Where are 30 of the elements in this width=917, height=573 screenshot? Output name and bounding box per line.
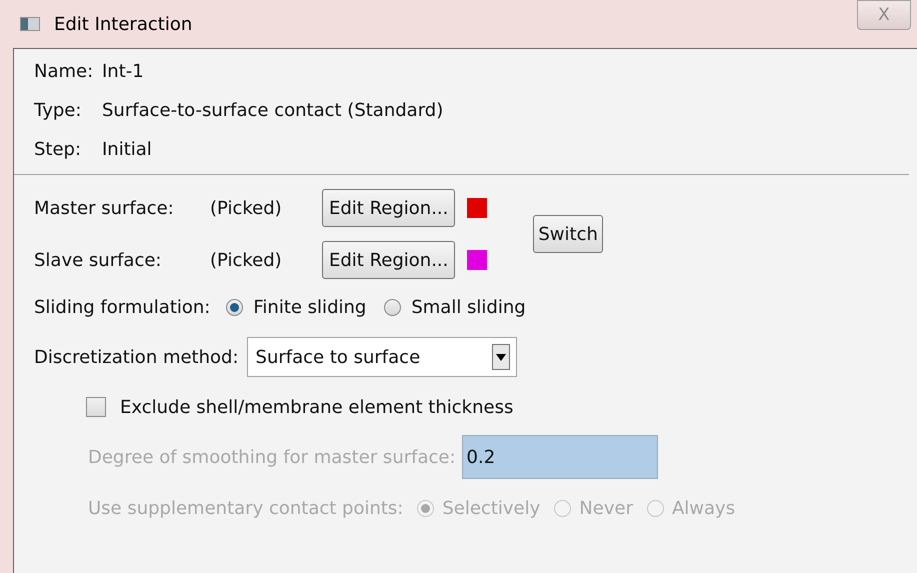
option-label: Finite sliding xyxy=(253,296,366,320)
radio-button[interactable] xyxy=(226,298,244,316)
field-label: Name: xyxy=(34,60,94,84)
checkbox-label: Exclude shell/membrane element thickness xyxy=(120,396,514,420)
edit-region-button[interactable]: Edit Region... xyxy=(322,241,456,279)
dropdown[interactable]: Surface to surface xyxy=(246,337,517,377)
field-label: Master surface: xyxy=(34,196,175,220)
field-label: Degree of smoothing for master surface: xyxy=(88,446,456,470)
field-value: Int-1 xyxy=(102,60,144,84)
field-value: Surface-to-surface contact (Standard) xyxy=(102,99,444,123)
field-label: Use supplementary contact points: xyxy=(88,496,404,520)
radio-button[interactable] xyxy=(384,298,402,316)
edit-region-button[interactable]: Edit Region... xyxy=(322,189,456,227)
option-label: Never xyxy=(579,496,633,520)
caret-icon xyxy=(492,344,510,370)
status-text: (Picked) xyxy=(210,196,283,220)
field-label: Discretization method: xyxy=(34,346,239,370)
field-label: Type: xyxy=(34,99,82,123)
switch-button[interactable]: Switch xyxy=(533,215,603,253)
option-label: Small sliding xyxy=(411,296,526,320)
field-label: Step: xyxy=(34,138,82,162)
option-label: Selectively xyxy=(442,496,540,520)
window-title: Edit Interaction xyxy=(54,12,192,36)
option-label: Always xyxy=(672,496,736,520)
field-label: Slave surface: xyxy=(34,248,162,272)
checkbox[interactable] xyxy=(86,397,106,417)
field-value: Initial xyxy=(102,138,152,162)
field-label: Sliding formulation: xyxy=(34,296,210,320)
window-icon xyxy=(20,17,40,31)
status-text: (Picked) xyxy=(210,248,283,272)
